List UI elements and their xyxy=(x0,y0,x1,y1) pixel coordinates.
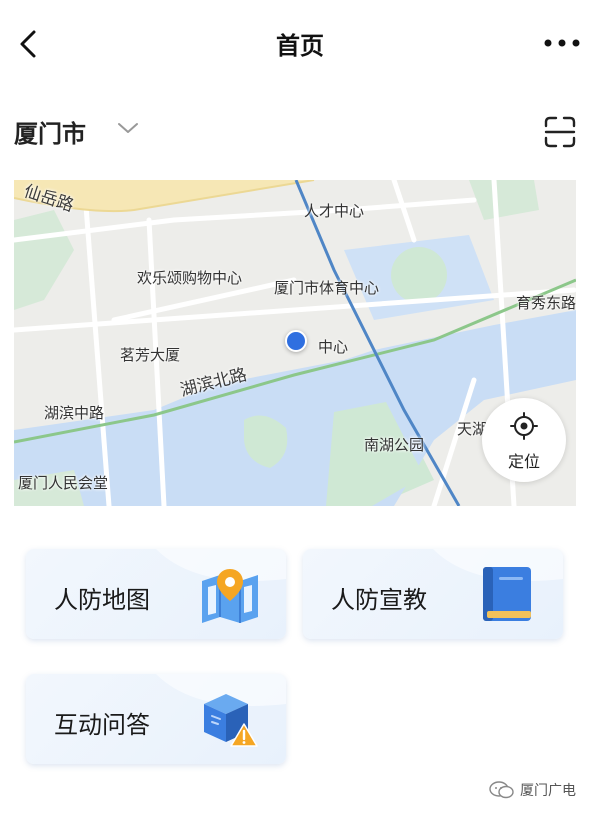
map-label-mingfang: 茗芳大厦 xyxy=(120,346,181,364)
current-location-marker xyxy=(285,330,307,352)
more-dots-icon xyxy=(544,39,580,47)
watermark: 厦门广电 xyxy=(488,778,588,802)
chevron-down-icon xyxy=(118,123,138,133)
scan-button[interactable] xyxy=(542,114,578,150)
map-label-sports-center: 厦门市体育中心 xyxy=(274,279,380,297)
map-label-huanle-mall: 欢乐颂购物中心 xyxy=(137,269,243,287)
map-label-yuxiu-east: 育秀东路 xyxy=(516,294,576,312)
city-dropdown-toggle[interactable] xyxy=(115,118,141,138)
scan-icon xyxy=(544,116,576,148)
map-label-nanhu-park: 南湖公园 xyxy=(364,436,425,454)
watermark-text: 厦门广电 xyxy=(520,783,576,799)
nav-bar: 首页 xyxy=(0,0,600,90)
card-civil-defense-map[interactable]: 人防地图 xyxy=(26,549,286,639)
map-label-rencai-center: 人才中心 xyxy=(304,202,365,220)
wechat-icon xyxy=(489,781,514,799)
locate-target-icon xyxy=(510,412,538,440)
card-label: 互动问答 xyxy=(54,711,150,739)
more-button[interactable] xyxy=(542,28,582,58)
map-label-center-partial: 中心 xyxy=(318,338,349,356)
locate-button[interactable]: 定位 xyxy=(482,398,566,482)
book-icon xyxy=(483,567,531,621)
cube-warning-icon xyxy=(204,694,258,747)
location-bar: 厦门市 xyxy=(0,104,600,154)
map-label-people-hall: 厦门人民会堂 xyxy=(18,474,109,492)
card-interactive-qa[interactable]: 互动问答 xyxy=(26,674,286,764)
locate-button-label: 定位 xyxy=(507,452,540,471)
map-view[interactable]: 仙岳路 人才中心 欢乐颂购物中心 厦门市体育中心 育秀东路 茗芳大厦 中心 湖滨… xyxy=(14,180,576,506)
city-selector[interactable]: 厦门市 xyxy=(14,114,86,149)
card-label: 人防地图 xyxy=(54,586,150,614)
card-label: 人防宣教 xyxy=(331,586,427,614)
map-label-hubin-middle: 湖滨中路 xyxy=(44,404,105,422)
map-pin-icon xyxy=(202,569,258,623)
card-civil-defense-education[interactable]: 人防宣教 xyxy=(303,549,563,639)
page-title: 首页 xyxy=(276,32,324,60)
